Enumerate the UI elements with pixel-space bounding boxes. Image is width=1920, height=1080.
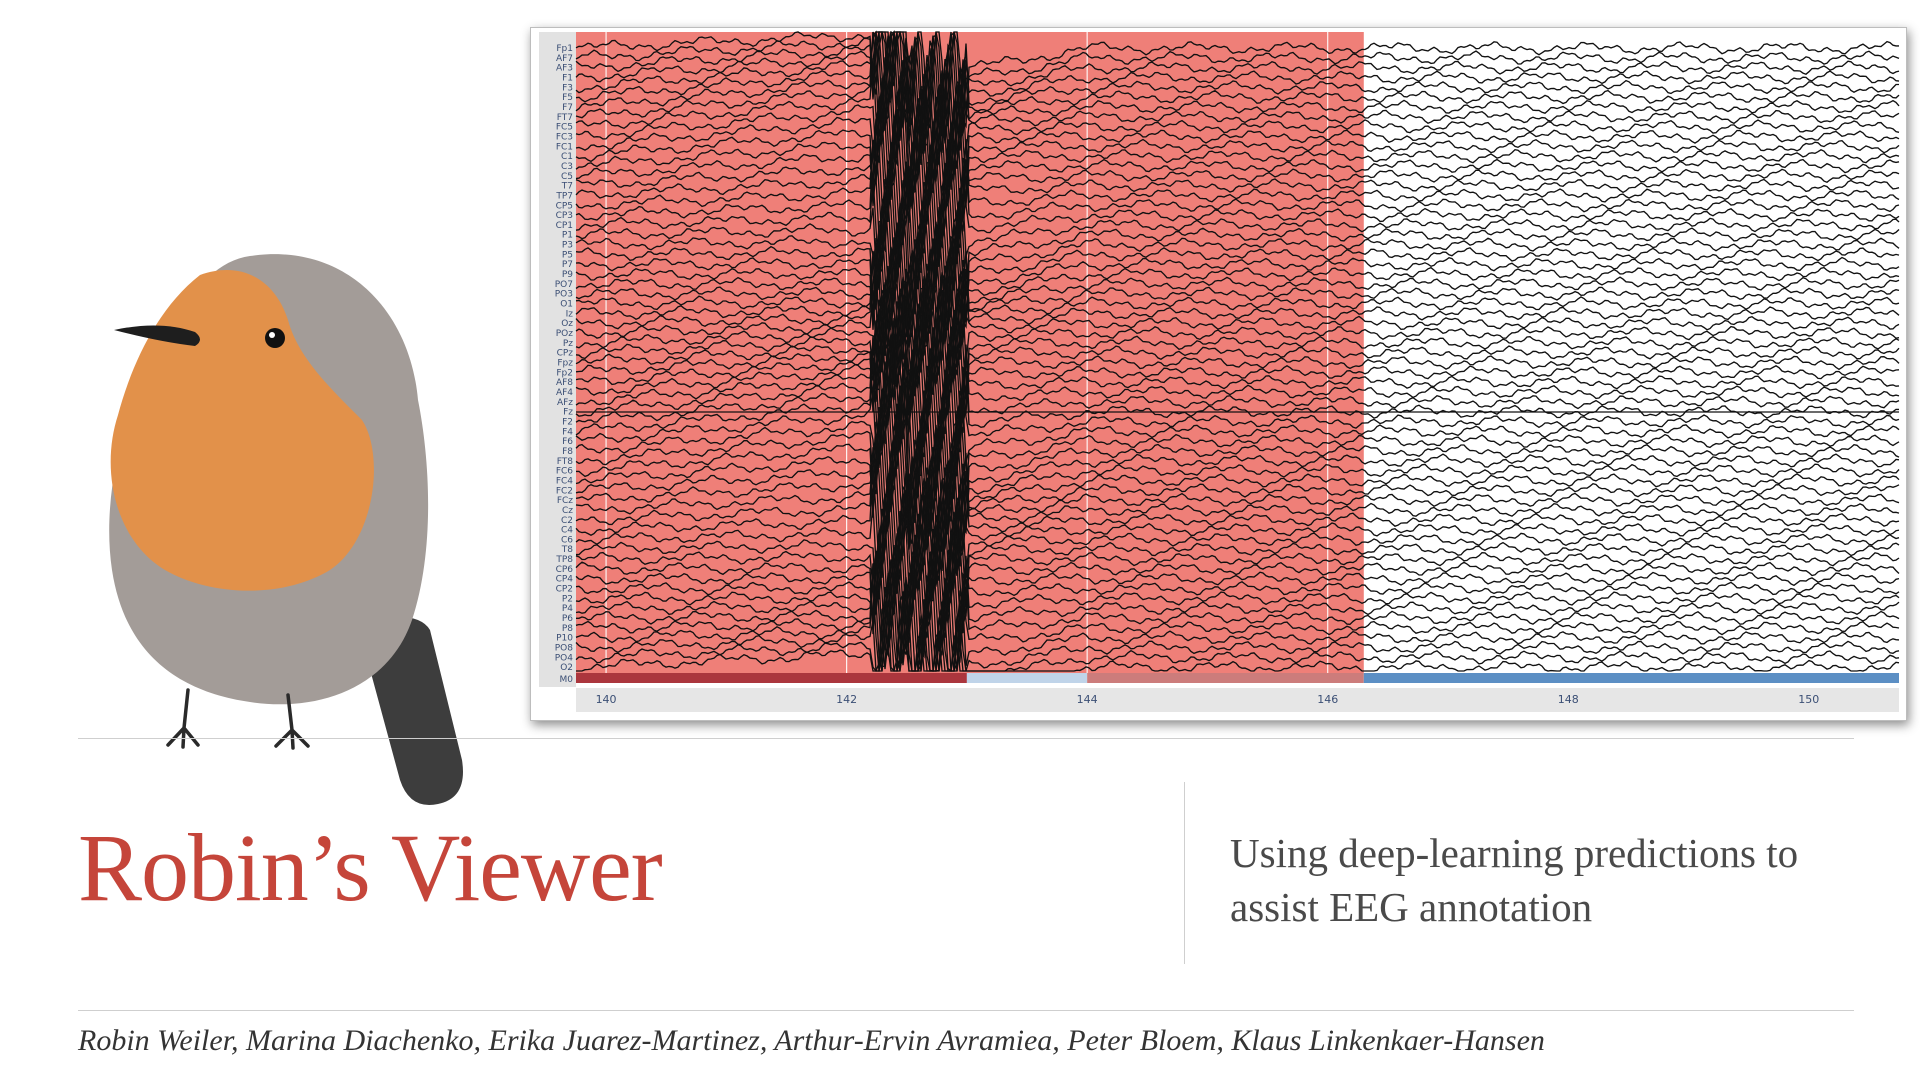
bottom-divider: [78, 1010, 1854, 1011]
channel-label-PO8: PO8: [555, 644, 574, 654]
channel-label-T7: T7: [561, 182, 573, 192]
channel-label-F1: F1: [562, 74, 573, 84]
channel-label-O1: O1: [560, 300, 573, 310]
channel-label-TP8: TP8: [555, 555, 573, 565]
eeg-viewer-panel[interactable]: Fp1 AF7 AF3 F1 F3 F5 F7 FT7 FC5 FC3 FC1 C1 C3 C5 T7 TP7…: [530, 27, 1907, 721]
channel-label-F6: F6: [562, 437, 573, 447]
channel-label-PO7: PO7: [555, 280, 573, 290]
x-tick-label-2: 144: [1077, 693, 1098, 706]
robin-mascot-illustration: [109, 254, 463, 805]
channel-label-Fpz: Fpz: [557, 359, 573, 369]
channel-label-F2: F2: [562, 418, 573, 428]
channel-label-P5: P5: [562, 250, 573, 260]
x-tick-label-4: 148: [1558, 693, 1579, 706]
channel-label-Oz: Oz: [561, 319, 573, 329]
channel-label-CP4: CP4: [556, 575, 574, 585]
x-tick-label-0: 140: [596, 693, 617, 706]
channel-label-AFz: AFz: [557, 398, 573, 408]
channel-label-FC1: FC1: [556, 142, 573, 152]
eeg-plot[interactable]: Fp1AF7AF3F1F3F5F7FT7FC5FC3FC1C1C3C5T7TP7…: [531, 28, 1906, 720]
prediction-segment-2: [1087, 673, 1364, 683]
page-title: Robin’s Viewer: [78, 814, 663, 921]
channel-label-Cz: Cz: [562, 506, 573, 516]
channel-label-CP5: CP5: [556, 201, 573, 211]
channel-label-FC3: FC3: [556, 133, 573, 143]
channel-label-Pz: Pz: [563, 339, 573, 349]
channel-label-C3: C3: [561, 162, 573, 172]
prediction-segment-1: [966, 673, 1088, 683]
channel-label-PO3: PO3: [555, 290, 573, 300]
robin-eye: [265, 328, 285, 348]
channel-label-P6: P6: [562, 614, 573, 624]
channel-label-CPz: CPz: [557, 349, 574, 359]
channel-label-FC6: FC6: [556, 467, 573, 477]
channel-label-FC2: FC2: [556, 486, 573, 496]
channel-label-O2: O2: [560, 663, 573, 673]
top-divider: [78, 738, 1854, 739]
channel-label-Fp2: Fp2: [556, 368, 573, 378]
x-axis-strip: [576, 688, 1899, 712]
channel-label-FCz: FCz: [557, 496, 573, 506]
channel-label-FC4: FC4: [556, 476, 573, 486]
channel-label-AF8: AF8: [556, 378, 573, 388]
channel-label-P9: P9: [562, 270, 573, 280]
x-tick-label-3: 146: [1317, 693, 1338, 706]
channel-label-P10: P10: [556, 634, 573, 644]
prediction-segment-3: [1363, 673, 1899, 683]
channel-label-AF4: AF4: [556, 388, 573, 398]
channel-label-T8: T8: [561, 545, 573, 555]
channel-label-AF7: AF7: [556, 54, 573, 64]
channel-label-C4: C4: [561, 526, 573, 536]
channel-label-C6: C6: [561, 535, 573, 545]
channel-label-Fp1: Fp1: [556, 44, 573, 54]
channel-label-FT8: FT8: [557, 457, 574, 467]
channel-label-FC5: FC5: [556, 123, 573, 133]
prediction-segment-0: [576, 673, 967, 683]
channel-label-P7: P7: [562, 260, 573, 270]
channel-label-CP6: CP6: [556, 565, 574, 575]
channel-label-PO4: PO4: [555, 653, 574, 663]
channel-label-F7: F7: [562, 103, 573, 113]
robin-eye-highlight: [269, 332, 275, 338]
x-tick-label-5: 150: [1798, 693, 1819, 706]
channel-label-F5: F5: [562, 93, 573, 103]
channel-label-P2: P2: [562, 594, 573, 604]
prediction-channel-label: M0: [560, 675, 574, 685]
channel-label-AF3: AF3: [556, 64, 573, 74]
channel-label-F8: F8: [562, 447, 573, 457]
channel-label-TP7: TP7: [555, 191, 573, 201]
channel-label-C1: C1: [561, 152, 573, 162]
channel-label-C5: C5: [561, 172, 573, 182]
channel-label-P3: P3: [562, 241, 573, 251]
channel-label-Fz: Fz: [563, 408, 573, 418]
x-tick-label-1: 142: [836, 693, 857, 706]
author-list: Robin Weiler, Marina Diachenko, Erika Ju…: [78, 1024, 1545, 1057]
channel-label-CP2: CP2: [556, 585, 573, 595]
page-subtitle: Using deep-learning predictions to assis…: [1230, 830, 1799, 930]
channel-label-Iz: Iz: [566, 309, 574, 319]
channel-label-F3: F3: [562, 83, 573, 93]
channel-label-C2: C2: [561, 516, 573, 526]
channel-label-POz: POz: [556, 329, 574, 339]
channel-label-FT7: FT7: [557, 113, 573, 123]
channel-label-F4: F4: [562, 427, 573, 437]
channel-label-CP3: CP3: [556, 211, 573, 221]
channel-label-CP1: CP1: [556, 221, 573, 231]
channel-label-P4: P4: [562, 604, 573, 614]
vertical-divider: [1184, 782, 1185, 964]
channel-label-P1: P1: [562, 231, 573, 241]
channel-label-P8: P8: [562, 624, 573, 634]
